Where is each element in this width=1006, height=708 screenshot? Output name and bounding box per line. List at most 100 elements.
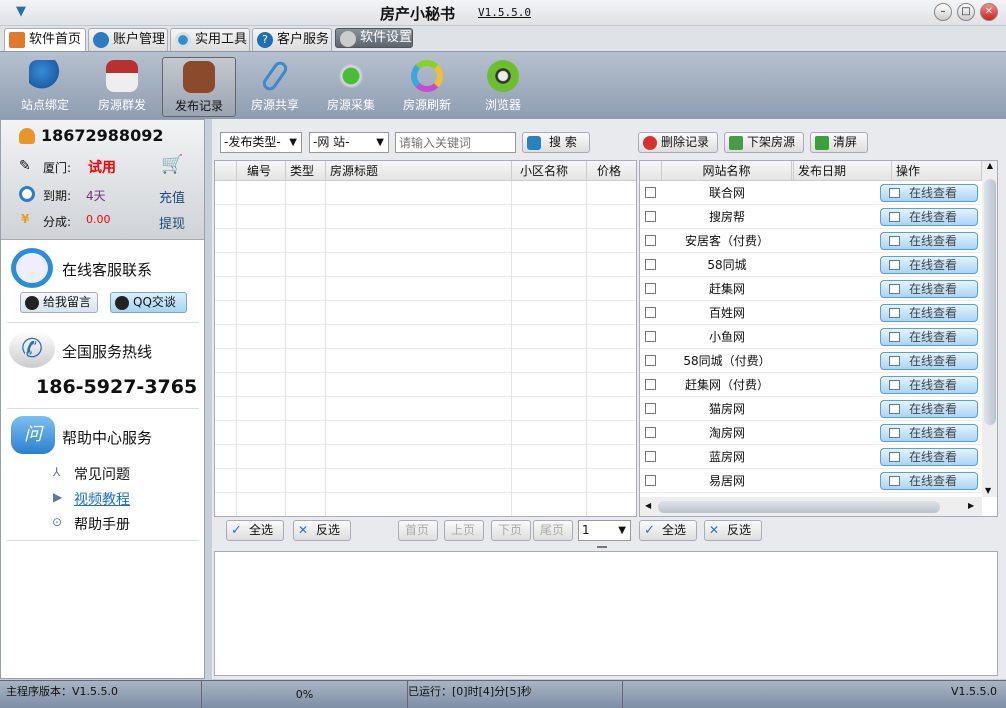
- col-type[interactable]: 类型: [286, 161, 326, 181]
- maximize-icon[interactable]: □: [957, 3, 975, 21]
- table-row[interactable]: [215, 469, 636, 493]
- scroll-left-icon[interactable]: ◀: [645, 501, 651, 510]
- clear-screen-button[interactable]: 清屏: [810, 132, 868, 153]
- tool-site-binding[interactable]: 站点绑定: [8, 57, 82, 117]
- col-community[interactable]: 小区名称: [512, 161, 587, 181]
- keyword-input[interactable]: [395, 132, 516, 153]
- leave-message-button[interactable]: 给我留言: [20, 292, 98, 313]
- tab-service[interactable]: ? 客户服务: [252, 28, 332, 51]
- view-online-button[interactable]: 在线查看: [880, 256, 978, 274]
- view-online-button[interactable]: 在线查看: [880, 448, 978, 466]
- vertical-scrollbar[interactable]: ▲ ▼: [982, 161, 997, 497]
- site-checkbox[interactable]: [645, 283, 656, 294]
- tool-publish-records[interactable]: 发布记录: [162, 57, 236, 117]
- table-row[interactable]: [215, 277, 636, 301]
- site-checkbox[interactable]: [645, 187, 656, 198]
- table-row[interactable]: [215, 301, 636, 325]
- site-checkbox[interactable]: [645, 331, 656, 342]
- site-row[interactable]: 联合网 在线查看: [640, 181, 980, 205]
- table-row[interactable]: [215, 205, 636, 229]
- col-publish-date[interactable]: 发布日期: [794, 161, 892, 181]
- view-online-button[interactable]: 在线查看: [880, 424, 978, 442]
- tab-tools[interactable]: 实用工具: [170, 28, 250, 51]
- col-id[interactable]: 编号: [237, 161, 286, 181]
- site-row[interactable]: 易居网 在线查看: [640, 469, 980, 493]
- site-row[interactable]: 赶集网（付费） 在线查看: [640, 373, 980, 397]
- col-site-name[interactable]: 网站名称: [662, 161, 792, 181]
- table-row[interactable]: [215, 397, 636, 421]
- manual-link[interactable]: 帮助手册: [74, 514, 130, 534]
- table-row[interactable]: [215, 445, 636, 469]
- site-checkbox[interactable]: [645, 259, 656, 270]
- view-online-button[interactable]: 在线查看: [880, 232, 978, 250]
- table-row[interactable]: [215, 349, 636, 373]
- scroll-up-icon[interactable]: ▲: [982, 161, 997, 170]
- log-output[interactable]: [214, 551, 998, 676]
- site-checkbox[interactable]: [645, 403, 656, 414]
- tab-settings[interactable]: 软件设置: [335, 28, 413, 48]
- select-all-records-button[interactable]: ✓ 全选: [226, 520, 284, 541]
- table-row[interactable]: [215, 253, 636, 277]
- site-checkbox[interactable]: [645, 379, 656, 390]
- site-row[interactable]: 赶集网 在线查看: [640, 277, 980, 301]
- table-row[interactable]: [215, 229, 636, 253]
- col-title[interactable]: 房源标题: [326, 161, 512, 181]
- tab-home[interactable]: 软件首页: [4, 28, 86, 52]
- scroll-right-icon[interactable]: ▶: [968, 501, 974, 510]
- scroll-thumb[interactable]: [984, 179, 996, 425]
- site-row[interactable]: 58同城（付费） 在线查看: [640, 349, 980, 373]
- site-row[interactable]: 蓝房网 在线查看: [640, 445, 980, 469]
- site-checkbox[interactable]: [645, 475, 656, 486]
- site-row[interactable]: 淘房网 在线查看: [640, 421, 980, 445]
- site-row[interactable]: 百姓网 在线查看: [640, 301, 980, 325]
- last-page-button[interactable]: 尾页: [533, 520, 573, 541]
- site-checkbox[interactable]: [645, 451, 656, 462]
- view-online-button[interactable]: 在线查看: [880, 280, 978, 298]
- table-row[interactable]: [215, 181, 636, 205]
- first-page-button[interactable]: 首页: [398, 520, 438, 541]
- view-online-button[interactable]: 在线查看: [880, 352, 978, 370]
- view-online-button[interactable]: 在线查看: [880, 184, 978, 202]
- invert-sites-button[interactable]: ✕ 反选: [704, 520, 762, 541]
- panel-splitter[interactable]: [205, 119, 212, 679]
- tool-house-collect[interactable]: 房源采集: [314, 57, 388, 117]
- horizontal-scrollbar[interactable]: ◀ ▶: [640, 497, 982, 516]
- tool-house-share[interactable]: 房源共享: [238, 57, 312, 117]
- site-row[interactable]: 安居客（付费） 在线查看: [640, 229, 980, 253]
- app-menu-icon[interactable]: ▼: [16, 4, 26, 19]
- view-online-button[interactable]: 在线查看: [880, 472, 978, 490]
- view-online-button[interactable]: 在线查看: [880, 328, 978, 346]
- offline-button[interactable]: 下架房源: [724, 132, 804, 153]
- scroll-thumb[interactable]: [658, 501, 940, 513]
- site-checkbox[interactable]: [645, 235, 656, 246]
- withdraw-link[interactable]: 提现: [159, 213, 185, 232]
- close-icon[interactable]: ✕: [980, 3, 998, 21]
- site-checkbox[interactable]: [645, 427, 656, 438]
- publish-type-select[interactable]: -发布类型- ▼: [220, 132, 302, 153]
- select-all-sites-button[interactable]: ✓ 全选: [639, 520, 697, 541]
- log-splitter-handle[interactable]: [597, 546, 607, 548]
- tool-house-publish[interactable]: 房源群发: [85, 57, 159, 117]
- view-online-button[interactable]: 在线查看: [880, 304, 978, 322]
- view-online-button[interactable]: 在线查看: [880, 400, 978, 418]
- next-page-button[interactable]: 下页: [491, 520, 531, 541]
- recharge-link[interactable]: 充值: [159, 187, 185, 206]
- delete-records-button[interactable]: 删除记录: [638, 132, 718, 153]
- tab-account[interactable]: 账户管理: [88, 28, 168, 51]
- table-row[interactable]: [215, 325, 636, 349]
- video-tutorial-link[interactable]: 视频教程: [74, 489, 130, 509]
- site-row[interactable]: 58同城 在线查看: [640, 253, 980, 277]
- page-select[interactable]: 1 ▼: [578, 520, 631, 541]
- col-price[interactable]: 价格: [587, 161, 636, 181]
- site-checkbox[interactable]: [645, 355, 656, 366]
- site-row[interactable]: 搜房帮 在线查看: [640, 205, 980, 229]
- site-row[interactable]: 猫房网 在线查看: [640, 397, 980, 421]
- search-button[interactable]: 搜 索: [522, 132, 590, 153]
- view-online-button[interactable]: 在线查看: [880, 376, 978, 394]
- faq-link[interactable]: 常见问题: [74, 464, 130, 484]
- tool-browser[interactable]: 浏览器: [466, 57, 540, 117]
- site-checkbox[interactable]: [645, 211, 656, 222]
- view-online-button[interactable]: 在线查看: [880, 208, 978, 226]
- qq-chat-button[interactable]: QQ交谈: [110, 292, 187, 313]
- table-row[interactable]: [215, 493, 636, 516]
